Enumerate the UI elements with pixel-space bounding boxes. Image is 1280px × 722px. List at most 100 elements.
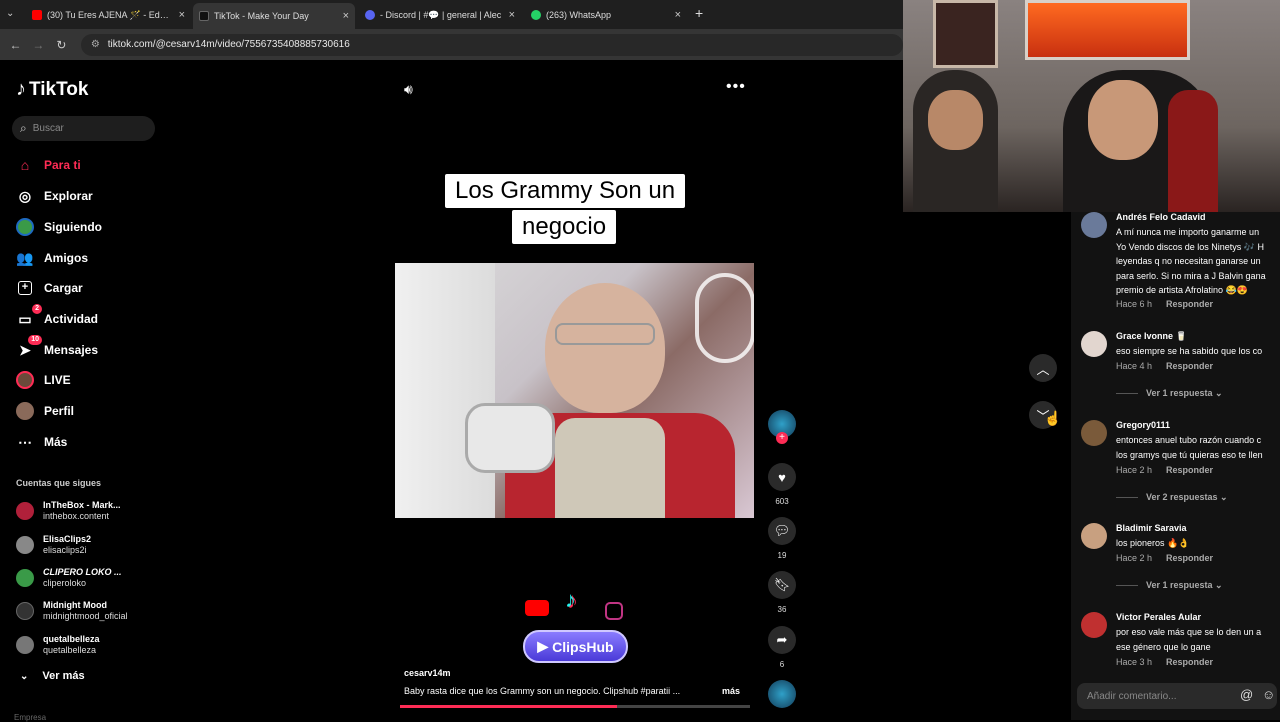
following-account[interactable]: ElisaClips2 elisaclips2i (16, 534, 91, 556)
play-icon: ▶ (537, 638, 549, 654)
reply-button[interactable]: Responder (1166, 465, 1213, 475)
avatar[interactable] (1081, 420, 1107, 446)
comment-text: por eso vale más que se lo den un a ese … (1116, 627, 1262, 652)
browser-tab-youtube[interactable]: (30) Tu Eres AJENA 🪄 - Eddy H × (26, 4, 191, 26)
tab-label: (263) WhatsApp (546, 10, 612, 20)
youtube-icon (32, 10, 42, 20)
avatar[interactable] (1081, 612, 1107, 638)
avatar[interactable] (1081, 212, 1107, 238)
browser-tab-discord[interactable]: - Discord | #💬 | general | Alec × (359, 4, 521, 26)
emoji-icon[interactable]: ☺ (1262, 687, 1275, 702)
author-avatar-button[interactable]: + (768, 410, 796, 444)
footer-link[interactable]: Empresa (14, 713, 46, 722)
avatar (16, 636, 34, 654)
new-tab-button[interactable]: + (695, 5, 703, 21)
video-progress-track[interactable] (400, 705, 750, 708)
avatar[interactable] (1081, 331, 1107, 357)
tiktok-note-icon: ♪ (16, 78, 26, 100)
microphone-shape (465, 403, 555, 473)
activity-icon: ▭ 2 (16, 304, 42, 328)
following-icon (16, 218, 34, 236)
reply-button[interactable]: Responder (1166, 553, 1213, 563)
profile-icon (16, 402, 34, 420)
chevron-up-icon: ︿ (1036, 361, 1050, 377)
instagram-icon (605, 602, 623, 620)
nav-explorar[interactable]: ◎ Explorar (16, 187, 93, 205)
video-options-icon[interactable]: ••• (726, 78, 746, 96)
see-more-link[interactable]: ⌄ Ver más (20, 670, 85, 682)
nav-actividad[interactable]: ▭ 2 Actividad (16, 304, 98, 328)
comment-author[interactable]: Grace Ivonne 🥛 (1116, 331, 1187, 342)
following-account[interactable]: Midnight Mood midnightmood_oficial (16, 600, 128, 622)
search-box[interactable]: ⌕ Buscar (12, 116, 155, 141)
like-button[interactable]: ♥ 603 (768, 463, 796, 506)
nav-perfil[interactable]: Perfil (16, 402, 74, 420)
nav-mas[interactable]: ⋯ Más (16, 433, 67, 451)
close-icon[interactable]: × (675, 9, 681, 21)
avatar[interactable] (1081, 523, 1107, 549)
comment-author[interactable]: Bladimir Saravia (1116, 523, 1187, 533)
upload-icon: + (16, 279, 34, 297)
back-icon[interactable]: ← (4, 38, 27, 52)
mention-icon[interactable]: @ (1240, 687, 1253, 702)
browser-tab-tiktok[interactable]: TikTok - Make Your Day × (193, 3, 355, 29)
activity-badge: 2 (32, 304, 42, 314)
nav-mensajes[interactable]: ➤ 10 Mensajes (16, 335, 98, 359)
view-replies-button[interactable]: Ver 2 respuestas ⌄ (1116, 492, 1228, 503)
messages-badge: 10 (28, 335, 42, 345)
volume-icon[interactable]: 🔊︎ (404, 81, 413, 98)
comment-author[interactable]: Gregory0111 (1116, 420, 1170, 430)
music-disc-button[interactable] (768, 680, 796, 708)
address-bar[interactable]: ⚙ tiktok.com/@cesarv14m/video/7556735408… (80, 33, 904, 56)
video-player[interactable] (395, 263, 754, 518)
tiktok-icon (199, 11, 209, 21)
browser-tab-bar: ⌄ (30) Tu Eres AJENA 🪄 - Eddy H × TikTok… (0, 0, 903, 29)
close-icon[interactable]: × (343, 10, 349, 22)
video-description: Baby rasta dice que los Grammy son un ne… (404, 686, 681, 696)
reply-button[interactable]: Responder (1166, 361, 1213, 371)
tiktok-sidebar: ♪ TikTok ⌕ Buscar ⌂ Para ti ◎ Explorar S… (0, 60, 175, 722)
messages-icon: ➤ 10 (16, 335, 42, 359)
comment-button[interactable]: 💬︎ 19 (768, 517, 796, 560)
previous-video-button[interactable]: ︿ (1029, 354, 1057, 382)
close-icon[interactable]: × (509, 9, 515, 21)
tiktok-logo[interactable]: ♪ TikTok (16, 78, 88, 101)
follow-plus-icon[interactable]: + (776, 432, 788, 444)
comment-author[interactable]: Victor Perales Aular (1116, 612, 1201, 622)
nav-cargar[interactable]: + Cargar (16, 279, 83, 297)
comment-author[interactable]: Andrés Felo Cadavid (1116, 212, 1206, 222)
following-account[interactable]: quetalbelleza quetalbelleza (16, 634, 100, 656)
reload-icon[interactable]: ↻ (50, 38, 73, 52)
avatar (16, 602, 34, 620)
avatar (16, 569, 34, 587)
chair-shape (1168, 90, 1218, 212)
like-count: 603 (775, 497, 789, 506)
following-account[interactable]: CLIPERO LOKO ... cliperoloko (16, 567, 122, 589)
tab-search-icon[interactable]: ⌄ (6, 8, 14, 19)
webcam-overlay (903, 0, 1280, 212)
video-author[interactable]: cesarv14m (404, 668, 451, 678)
save-button[interactable]: 🔖︎ 36 (768, 571, 796, 614)
view-replies-button[interactable]: Ver 1 respuesta ⌄ (1116, 388, 1223, 399)
description-more-link[interactable]: más (722, 686, 740, 696)
nav-siguiendo[interactable]: Siguiendo (16, 218, 102, 236)
reply-button[interactable]: Responder (1166, 657, 1213, 667)
nav-para-ti[interactable]: ⌂ Para ti (16, 156, 81, 174)
browser-tab-whatsapp[interactable]: (263) WhatsApp × (525, 4, 687, 26)
reply-button[interactable]: Responder (1166, 299, 1213, 309)
avatar (16, 536, 34, 554)
tiktok-icon: ♪ (565, 587, 576, 612)
view-replies-button[interactable]: Ver 1 respuesta ⌄ (1116, 580, 1223, 591)
nav-amigos[interactable]: 👥 Amigos (16, 249, 88, 267)
video-caption-line-2: negocio (512, 210, 617, 244)
tab-label: - Discord | #💬 | general | Alec (380, 9, 502, 20)
share-button[interactable]: ➦ 6 (768, 626, 796, 669)
forward-icon[interactable]: → (27, 38, 50, 52)
comment-meta: Hace 3 h Responder (1116, 657, 1214, 667)
tab-label: TikTok - Make Your Day (214, 11, 309, 21)
music-disc-icon (768, 680, 796, 708)
site-info-icon[interactable]: ⚙ (91, 39, 100, 50)
close-icon[interactable]: × (179, 9, 185, 21)
following-account[interactable]: InTheBox - Mark... inthebox.content (16, 500, 121, 522)
nav-live[interactable]: LIVE (16, 371, 71, 389)
